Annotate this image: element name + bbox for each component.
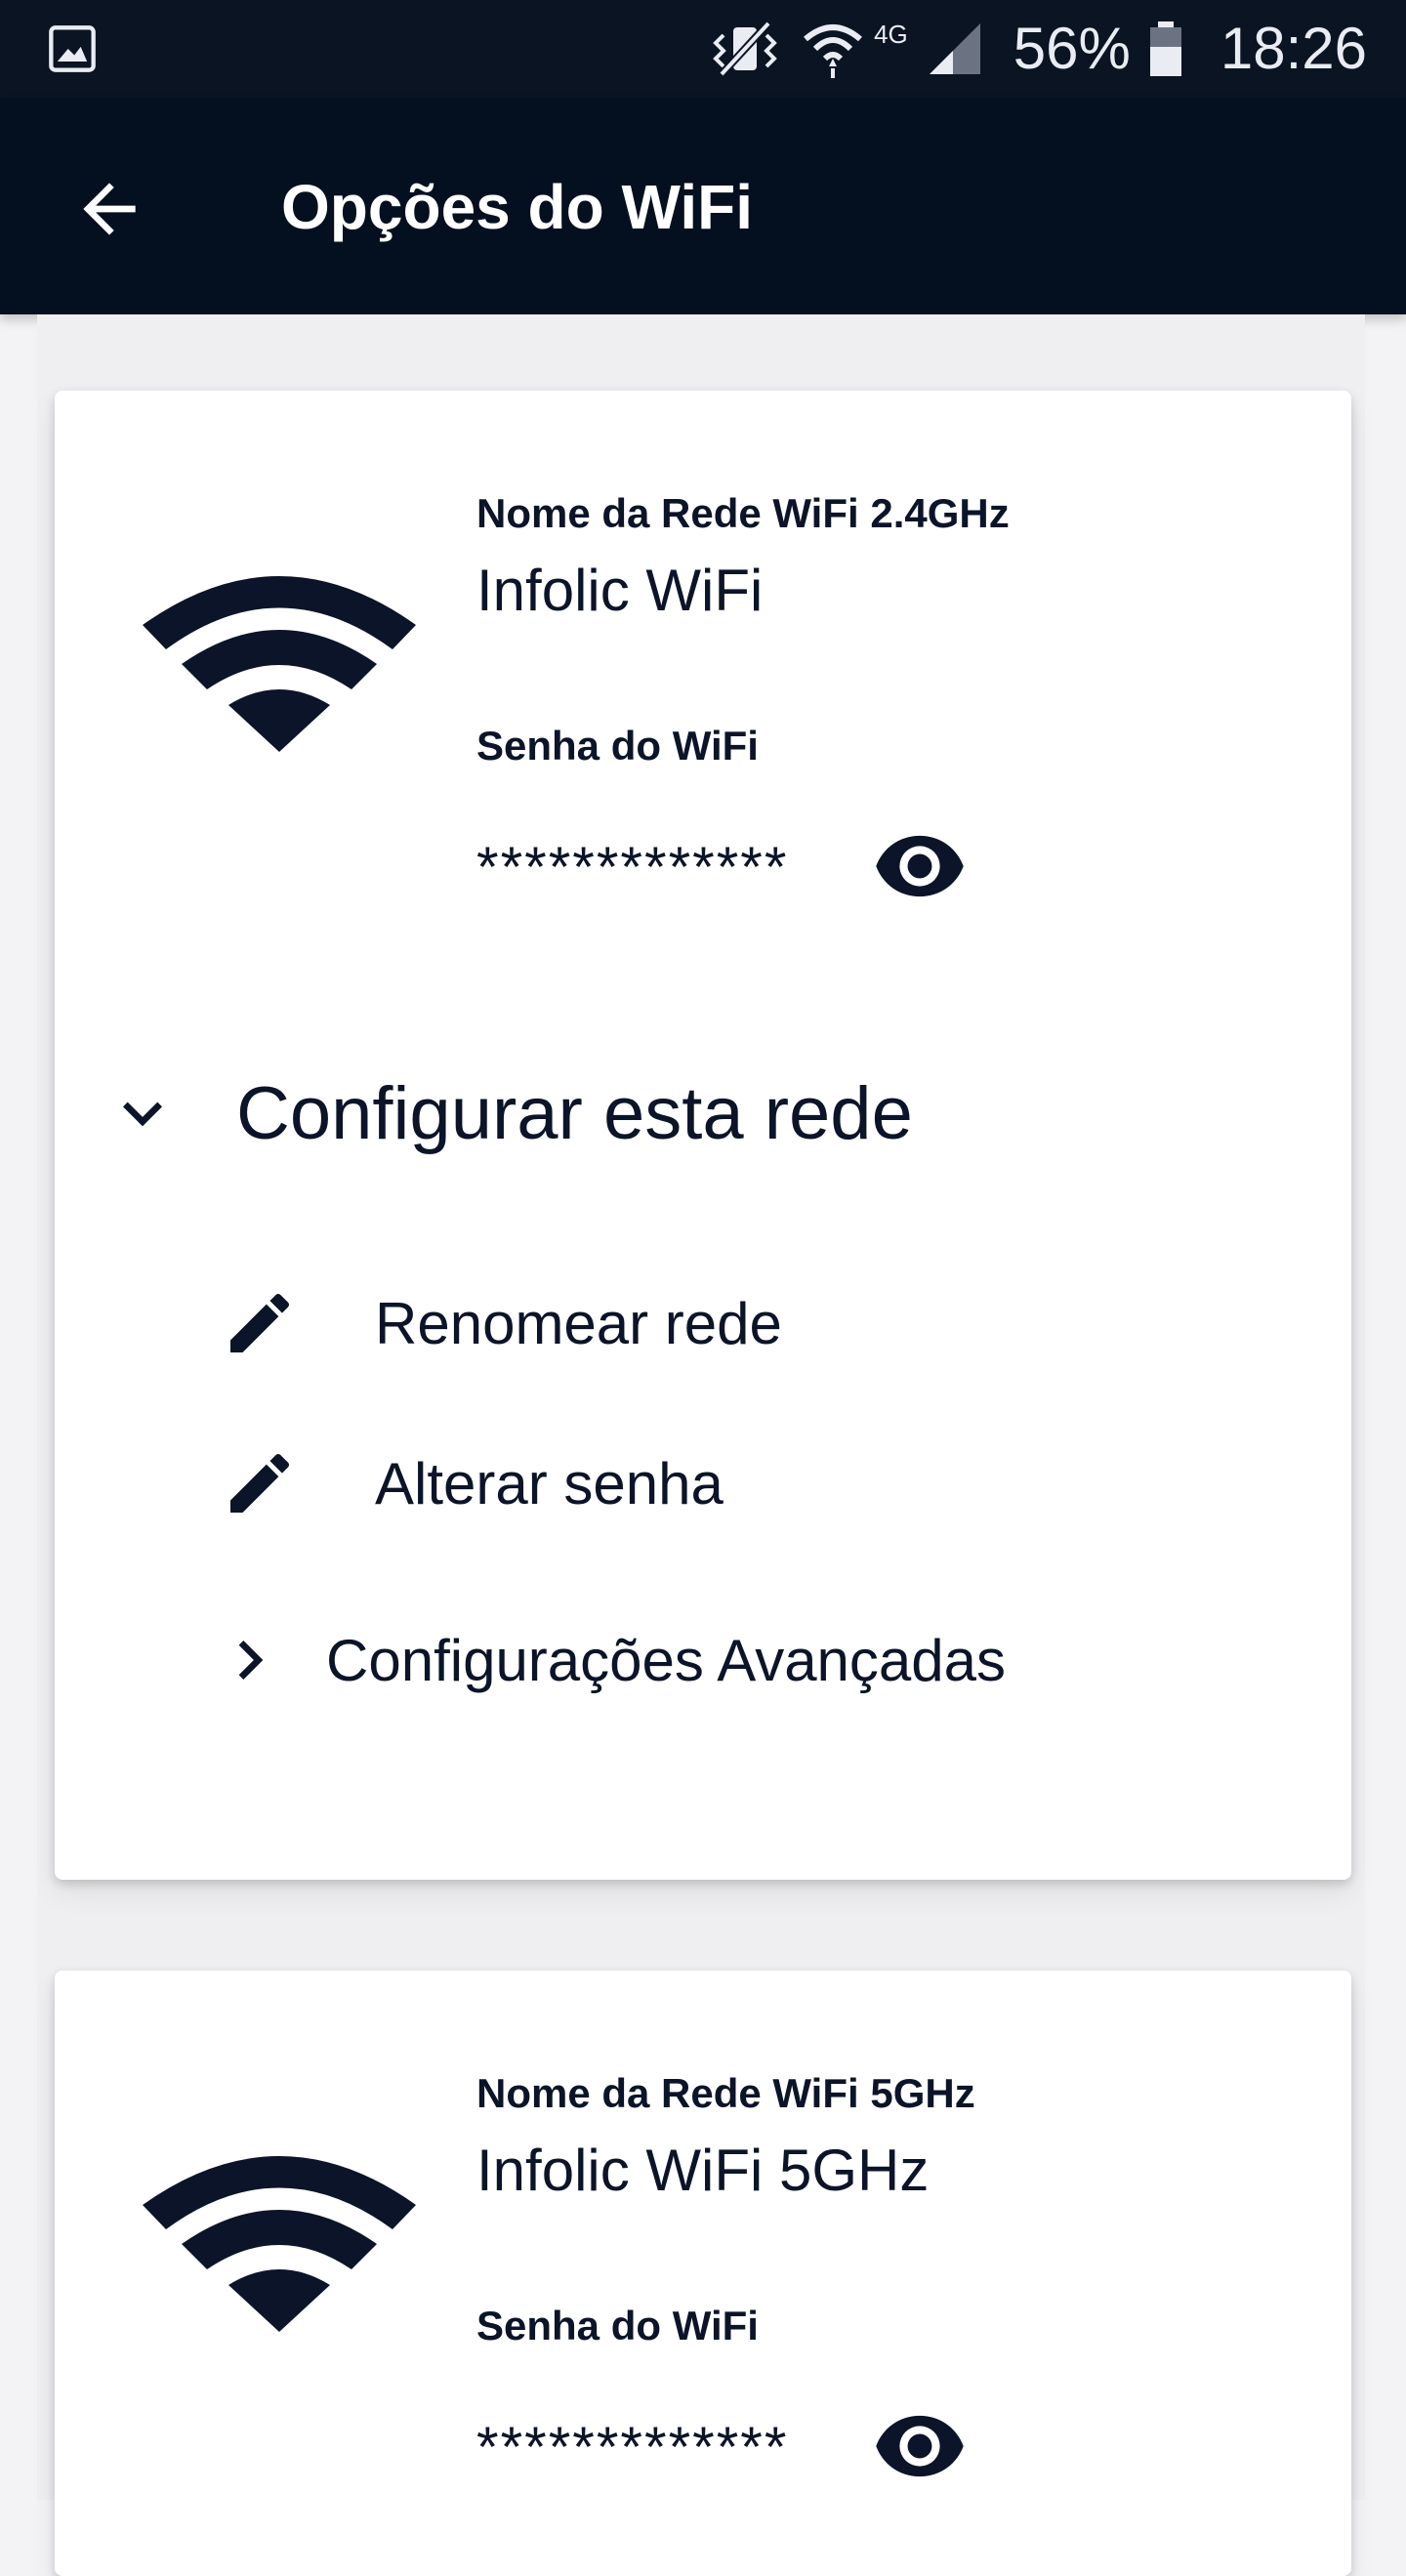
clock-time: 18:26 [1220, 16, 1367, 81]
configure-network-label: Configurar esta rede [236, 1071, 913, 1155]
change-password-button[interactable]: Alterar senha [221, 1430, 724, 1537]
rename-network-button[interactable]: Renomear rede [221, 1269, 782, 1377]
network-name-value: Infolic WiFi [476, 558, 764, 623]
password-masked: ************* [476, 836, 789, 899]
password-label: Senha do WiFi [476, 2303, 759, 2348]
chevron-down-icon [123, 1101, 162, 1127]
eye-icon[interactable] [873, 832, 967, 900]
password-masked: ************* [476, 2416, 789, 2479]
status-bar: 4G 56% 18:26 [0, 0, 1406, 98]
wifi-icon [143, 576, 416, 752]
network-name-value: Infolic WiFi 5GHz [476, 2138, 930, 2203]
arrow-back-icon[interactable] [70, 170, 148, 248]
battery-icon [1149, 21, 1181, 76]
configure-network-toggle[interactable]: Configurar esta rede [103, 1055, 913, 1172]
signal-icon [929, 23, 980, 74]
page-title: Opções do WiFi [281, 172, 753, 242]
advanced-settings-label: Configurações Avançadas [326, 1627, 1007, 1693]
gallery-icon [49, 25, 96, 72]
password-label: Senha do WiFi [476, 723, 759, 769]
pencil-icon [230, 1293, 290, 1352]
battery-percent: 56% [1013, 16, 1131, 81]
change-password-label: Alterar senha [375, 1450, 724, 1517]
mute-vibrate-icon [713, 21, 777, 77]
eye-icon[interactable] [873, 2412, 967, 2480]
network-type-label: 4G [874, 20, 908, 49]
network-card-5ghz: Nome da Rede WiFi 5GHz Infolic WiFi 5GHz… [55, 1971, 1351, 2576]
wifi-status-icon [804, 24, 863, 78]
network-card-2-4ghz: Nome da Rede WiFi 2.4GHz Infolic WiFi Se… [55, 391, 1351, 1880]
wifi-icon [143, 2156, 416, 2332]
network-name-label: Nome da Rede WiFi 5GHz [476, 2070, 975, 2116]
chevron-right-icon [238, 1641, 264, 1680]
advanced-settings-button[interactable]: Configurações Avançadas [221, 1606, 1006, 1714]
network-name-label: Nome da Rede WiFi 2.4GHz [476, 490, 1010, 536]
rename-network-label: Renomear rede [375, 1290, 782, 1356]
app-bar: Opções do WiFi [0, 98, 1406, 314]
pencil-icon [230, 1453, 290, 1513]
